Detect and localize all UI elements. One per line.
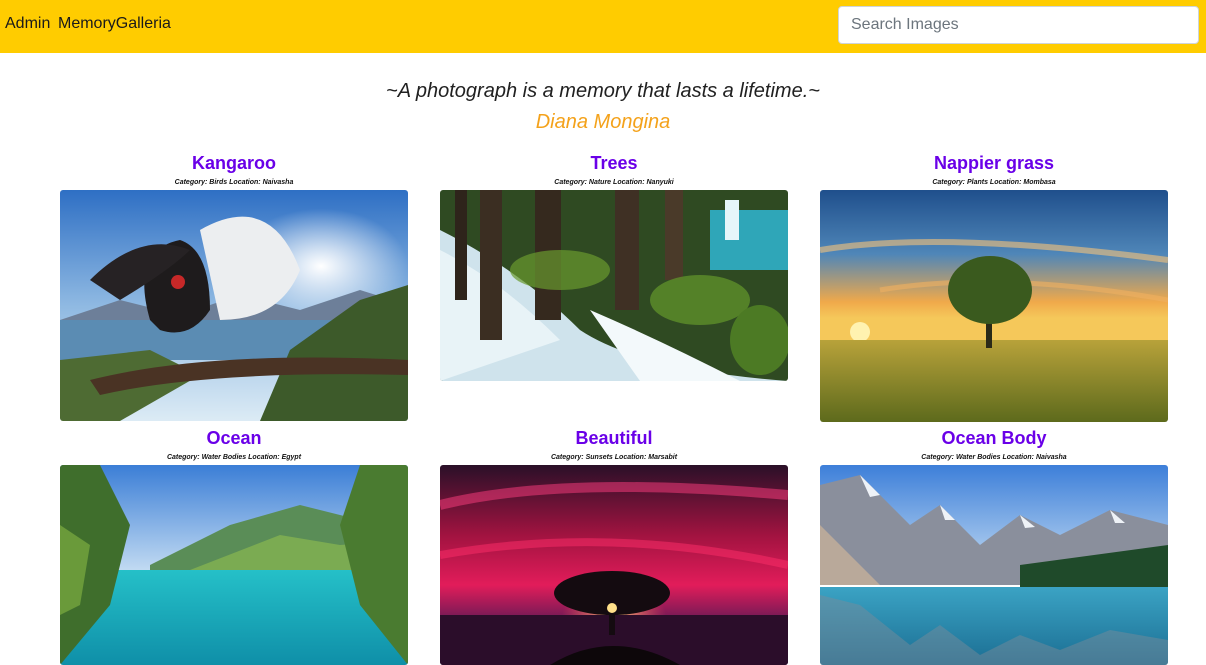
gallery-card-ocean-body: Ocean Body Category: Water Bodies Locati… — [820, 427, 1168, 665]
card-image-turquoise-lake[interactable] — [60, 465, 408, 665]
card-title: Kangaroo — [191, 153, 276, 173]
gallery-card-kangaroo: Kangaroo Category: Birds Location: Naiva… — [60, 152, 408, 421]
card-meta: Category: Birds Location: Naivasha — [174, 179, 294, 186]
card-title: Trees — [590, 153, 638, 173]
admin-link[interactable]: Admin — [5, 14, 50, 34]
card-image-tree-sunset[interactable] — [820, 190, 1168, 422]
card-image-mountain-lake[interactable] — [820, 465, 1168, 665]
card-title: Beautiful — [575, 428, 653, 448]
brand-link[interactable]: MemoryGalleria — [58, 14, 171, 34]
card-meta: Category: Nature Location: Nanyuki — [554, 179, 674, 186]
gallery-card-ocean: Ocean Category: Water Bodies Location: E… — [60, 427, 408, 665]
card-meta: Category: Sunsets Location: Marsabit — [550, 454, 678, 461]
card-image-forest-waterfall[interactable] — [440, 190, 788, 381]
hero-quote: ~A photograph is a memory that lasts a l… — [386, 80, 820, 102]
card-title: Ocean — [206, 428, 262, 448]
search-input[interactable] — [838, 6, 1199, 44]
hero-author: Diana Mongina — [535, 111, 671, 133]
card-title: Ocean Body — [941, 428, 1047, 448]
card-image-red-sunset-tree[interactable] — [440, 465, 788, 665]
card-meta: Category: Plants Location: Mombasa — [932, 179, 1056, 186]
card-meta: Category: Water Bodies Location: Naivash… — [921, 454, 1067, 461]
card-meta: Category: Water Bodies Location: Egypt — [166, 454, 302, 461]
card-image-bird[interactable] — [60, 190, 408, 421]
gallery-card-beautiful: Beautiful Category: Sunsets Location: Ma… — [440, 427, 788, 665]
card-title: Nappier grass — [933, 153, 1055, 173]
gallery-card-trees: Trees Category: Nature Location: Nanyuki — [440, 152, 788, 381]
gallery-card-nappier-grass: Nappier grass Category: Plants Location:… — [820, 152, 1168, 422]
top-navbar: Admin MemoryGalleria — [0, 0, 1206, 53]
